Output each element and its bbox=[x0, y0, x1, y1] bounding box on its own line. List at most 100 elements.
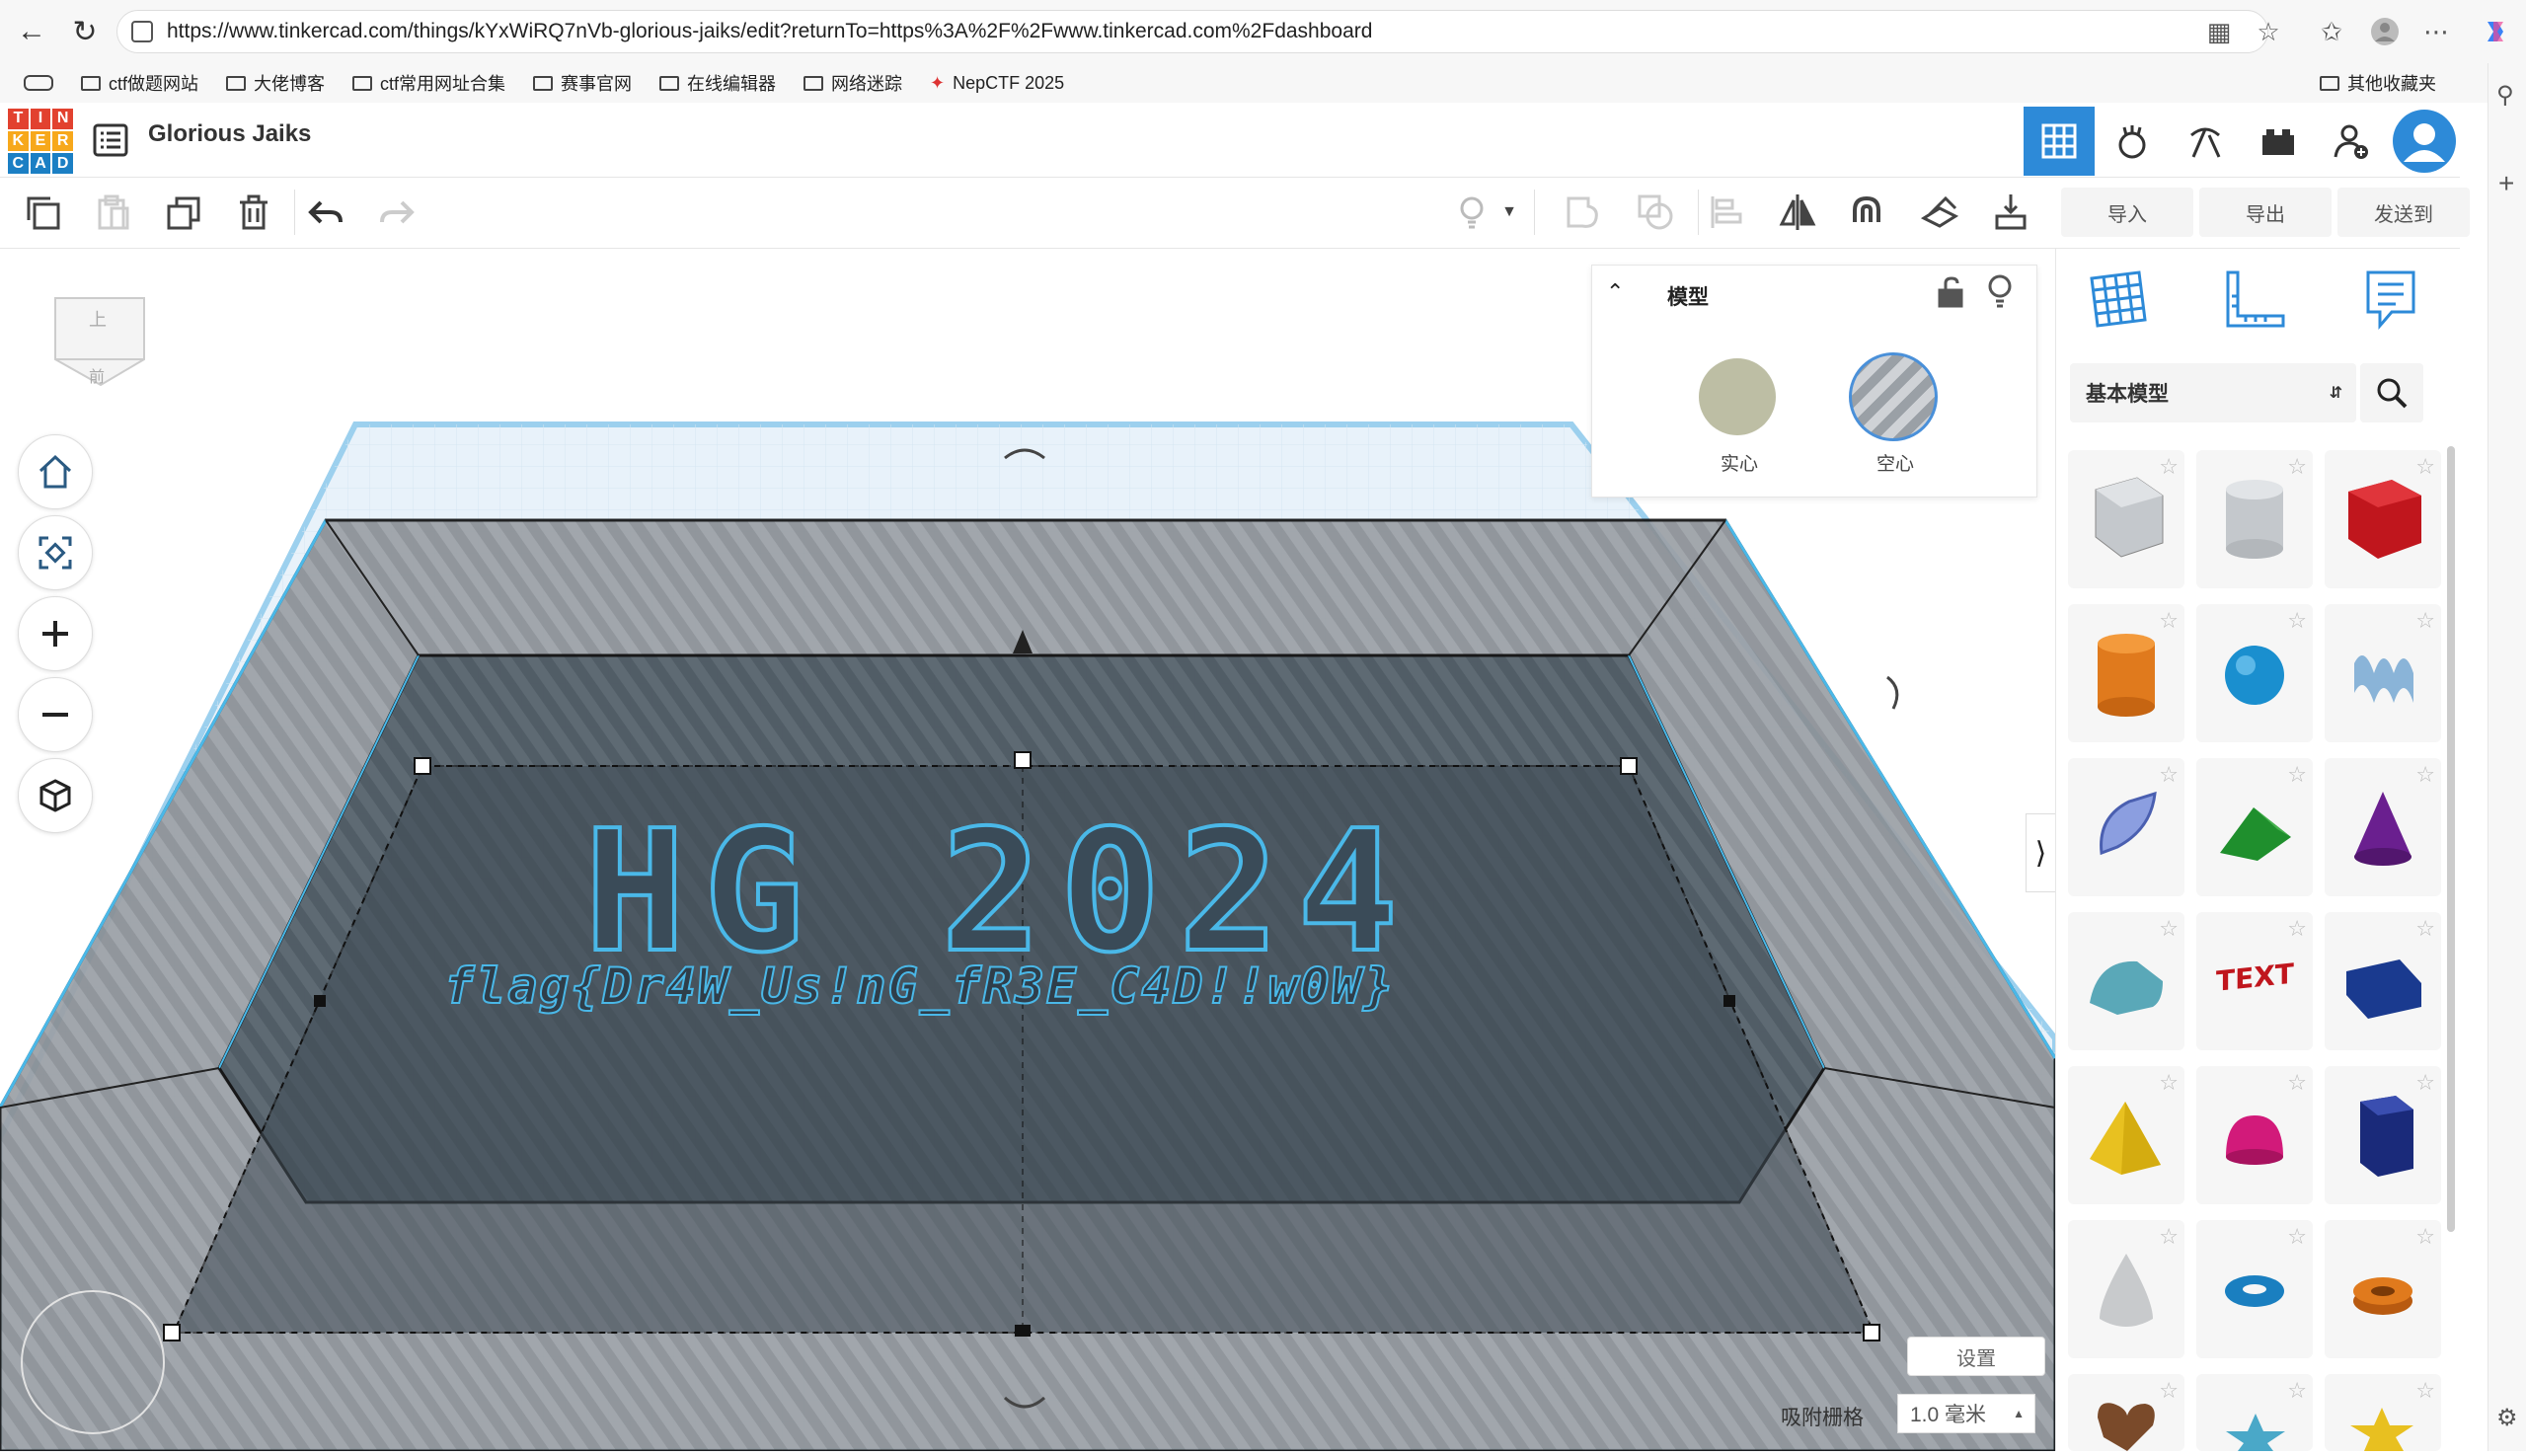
redo-button[interactable] bbox=[369, 186, 422, 239]
shape-cylinder-hole[interactable]: ☆ bbox=[2196, 450, 2313, 588]
star-icon[interactable]: ☆ bbox=[2287, 608, 2307, 634]
favorite-star-icon[interactable]: ☆ bbox=[2249, 12, 2288, 51]
sim-lab-button[interactable] bbox=[2097, 107, 2168, 176]
address-bar[interactable]: https://www.tinkercad.com/things/kYxWiRQ… bbox=[116, 10, 2268, 53]
star-icon[interactable]: ☆ bbox=[2415, 454, 2435, 480]
reload-button[interactable]: ↻ bbox=[63, 10, 107, 53]
shape-polygon[interactable]: ☆ bbox=[2325, 1066, 2441, 1204]
notes-tool-button[interactable] bbox=[2358, 267, 2423, 337]
snap-grid-select[interactable]: 1.0 毫米 ▲ bbox=[1897, 1394, 2035, 1433]
shape-text[interactable]: ☆ TEXT bbox=[2196, 912, 2313, 1050]
star-icon[interactable]: ☆ bbox=[2287, 916, 2307, 942]
search-icon[interactable]: ⚲ bbox=[2496, 81, 2514, 110]
shape-paraboloid[interactable]: ☆ bbox=[2068, 1220, 2184, 1358]
shape-half-sphere[interactable]: ☆ bbox=[2196, 1066, 2313, 1204]
panel-scrollbar[interactable] bbox=[2447, 446, 2455, 1232]
star-icon[interactable]: ☆ bbox=[2287, 454, 2307, 480]
shape-box-hole[interactable]: ☆ bbox=[2068, 450, 2184, 588]
star-icon[interactable]: ☆ bbox=[2287, 1224, 2307, 1250]
resize-handle[interactable] bbox=[1015, 1325, 1031, 1337]
collapse-panel-button[interactable]: ⟩ bbox=[2026, 813, 2055, 892]
resize-handle[interactable] bbox=[414, 757, 431, 775]
cruise-button[interactable] bbox=[1840, 186, 1893, 239]
star-icon[interactable]: ☆ bbox=[2415, 762, 2435, 788]
shape-torus[interactable]: ☆ bbox=[2196, 1220, 2313, 1358]
shape-sphere[interactable]: ☆ bbox=[2196, 604, 2313, 742]
blocks-button[interactable] bbox=[2170, 107, 2241, 176]
lock-button[interactable] bbox=[1936, 275, 1965, 314]
shape-cylinder[interactable]: ☆ bbox=[2068, 604, 2184, 742]
shape-star-gold[interactable]: ☆ bbox=[2325, 1374, 2441, 1451]
bricks-button[interactable] bbox=[2243, 107, 2314, 176]
shape-scribble[interactable]: ☆ bbox=[2325, 604, 2441, 742]
note-dropdown[interactable]: ▼ bbox=[1494, 186, 1524, 239]
shape-pyramid[interactable]: ☆ bbox=[2068, 1066, 2184, 1204]
scene-text-flag[interactable]: flag{Dr4W_Us!nG_fR3E_C4D!!w0W} bbox=[443, 957, 1395, 1016]
design-list-icon[interactable] bbox=[93, 122, 128, 158]
tinkercad-logo[interactable]: T I N K E R C A D bbox=[8, 109, 73, 174]
star-icon[interactable]: ☆ bbox=[2159, 454, 2179, 480]
rotate-handle-right[interactable] bbox=[1886, 675, 1899, 710]
ungroup-button[interactable] bbox=[1629, 186, 1682, 239]
invite-user-button[interactable] bbox=[2316, 107, 2387, 176]
app-available-icon[interactable]: ▦ bbox=[2199, 12, 2239, 51]
bookmark-item[interactable]: 赛事官网 bbox=[533, 70, 632, 96]
bookmark-item[interactable]: 在线编辑器 bbox=[659, 70, 776, 96]
paste-button[interactable] bbox=[85, 186, 138, 239]
workplane-tool-button[interactable] bbox=[2086, 267, 2151, 337]
shape-graphic[interactable]: ☆ bbox=[2068, 758, 2184, 896]
resize-handle[interactable] bbox=[314, 995, 326, 1007]
star-icon[interactable]: ☆ bbox=[2159, 1378, 2179, 1404]
star-icon[interactable]: ☆ bbox=[2415, 1070, 2435, 1096]
gear-icon[interactable]: ⚙ bbox=[2496, 1404, 2518, 1432]
star-icon[interactable]: ☆ bbox=[2159, 1224, 2179, 1250]
zoom-in-button[interactable] bbox=[18, 596, 93, 671]
collapse-inspector-button[interactable]: ⌃ bbox=[1606, 279, 1624, 305]
add-icon[interactable]: + bbox=[2498, 168, 2514, 199]
ruler-tool-button[interactable] bbox=[2222, 267, 2287, 337]
import-button[interactable]: 导入 bbox=[2061, 188, 2193, 237]
perspective-button[interactable] bbox=[18, 758, 93, 833]
bookmark-item[interactable]: 大佬博客 bbox=[226, 70, 325, 96]
ruler-drop-button[interactable] bbox=[1984, 186, 2037, 239]
more-options-icon[interactable]: ⋯ bbox=[2416, 12, 2456, 51]
favorites-icon[interactable]: ✩ bbox=[2312, 12, 2351, 51]
star-icon[interactable]: ☆ bbox=[2287, 1378, 2307, 1404]
delete-button[interactable] bbox=[227, 186, 280, 239]
hole-swatch[interactable] bbox=[1849, 352, 1938, 441]
resize-handle[interactable] bbox=[1014, 751, 1032, 769]
star-icon[interactable]: ☆ bbox=[2415, 1224, 2435, 1250]
reading-list-icon[interactable] bbox=[24, 75, 53, 91]
shape-wedge[interactable]: ☆ bbox=[2325, 912, 2441, 1050]
other-bookmarks[interactable]: 其他收藏夹 bbox=[2320, 70, 2436, 96]
profile-icon[interactable] bbox=[2365, 12, 2405, 51]
bookmark-item[interactable]: ✦ NepCTF 2025 bbox=[930, 73, 1064, 94]
star-icon[interactable]: ☆ bbox=[2415, 1378, 2435, 1404]
shape-tube[interactable]: ☆ bbox=[2325, 1220, 2441, 1358]
light-button[interactable] bbox=[1985, 273, 2015, 314]
star-icon[interactable]: ☆ bbox=[2287, 762, 2307, 788]
bookmark-item[interactable]: 网络迷踪 bbox=[804, 70, 902, 96]
duplicate-button[interactable] bbox=[156, 186, 209, 239]
group-button[interactable] bbox=[1556, 186, 1609, 239]
resize-handle[interactable] bbox=[1863, 1324, 1880, 1341]
workplane-button[interactable] bbox=[1913, 186, 1966, 239]
star-icon[interactable]: ☆ bbox=[2159, 916, 2179, 942]
shape-half-cylinder[interactable]: ☆ bbox=[2068, 912, 2184, 1050]
solid-swatch[interactable] bbox=[1699, 358, 1776, 435]
zoom-out-button[interactable] bbox=[18, 677, 93, 752]
user-avatar-button[interactable] bbox=[2389, 107, 2460, 176]
export-button[interactable]: 导出 bbox=[2199, 188, 2332, 237]
shape-roof[interactable]: ☆ bbox=[2196, 758, 2313, 896]
shape-cone[interactable]: ☆ bbox=[2325, 758, 2441, 896]
shape-search-button[interactable] bbox=[2360, 363, 2423, 422]
note-light-button[interactable] bbox=[1445, 186, 1498, 239]
send-to-button[interactable]: 发送到 bbox=[2337, 188, 2470, 237]
star-icon[interactable]: ☆ bbox=[2159, 1070, 2179, 1096]
star-icon[interactable]: ☆ bbox=[2415, 916, 2435, 942]
fit-view-button[interactable] bbox=[18, 515, 93, 590]
site-info-icon[interactable] bbox=[131, 21, 153, 42]
3d-design-view-button[interactable] bbox=[2024, 107, 2095, 176]
view-cube[interactable]: 上 前 bbox=[49, 286, 150, 401]
shape-category-select[interactable]: 基本模型 ⇵ bbox=[2070, 363, 2356, 422]
